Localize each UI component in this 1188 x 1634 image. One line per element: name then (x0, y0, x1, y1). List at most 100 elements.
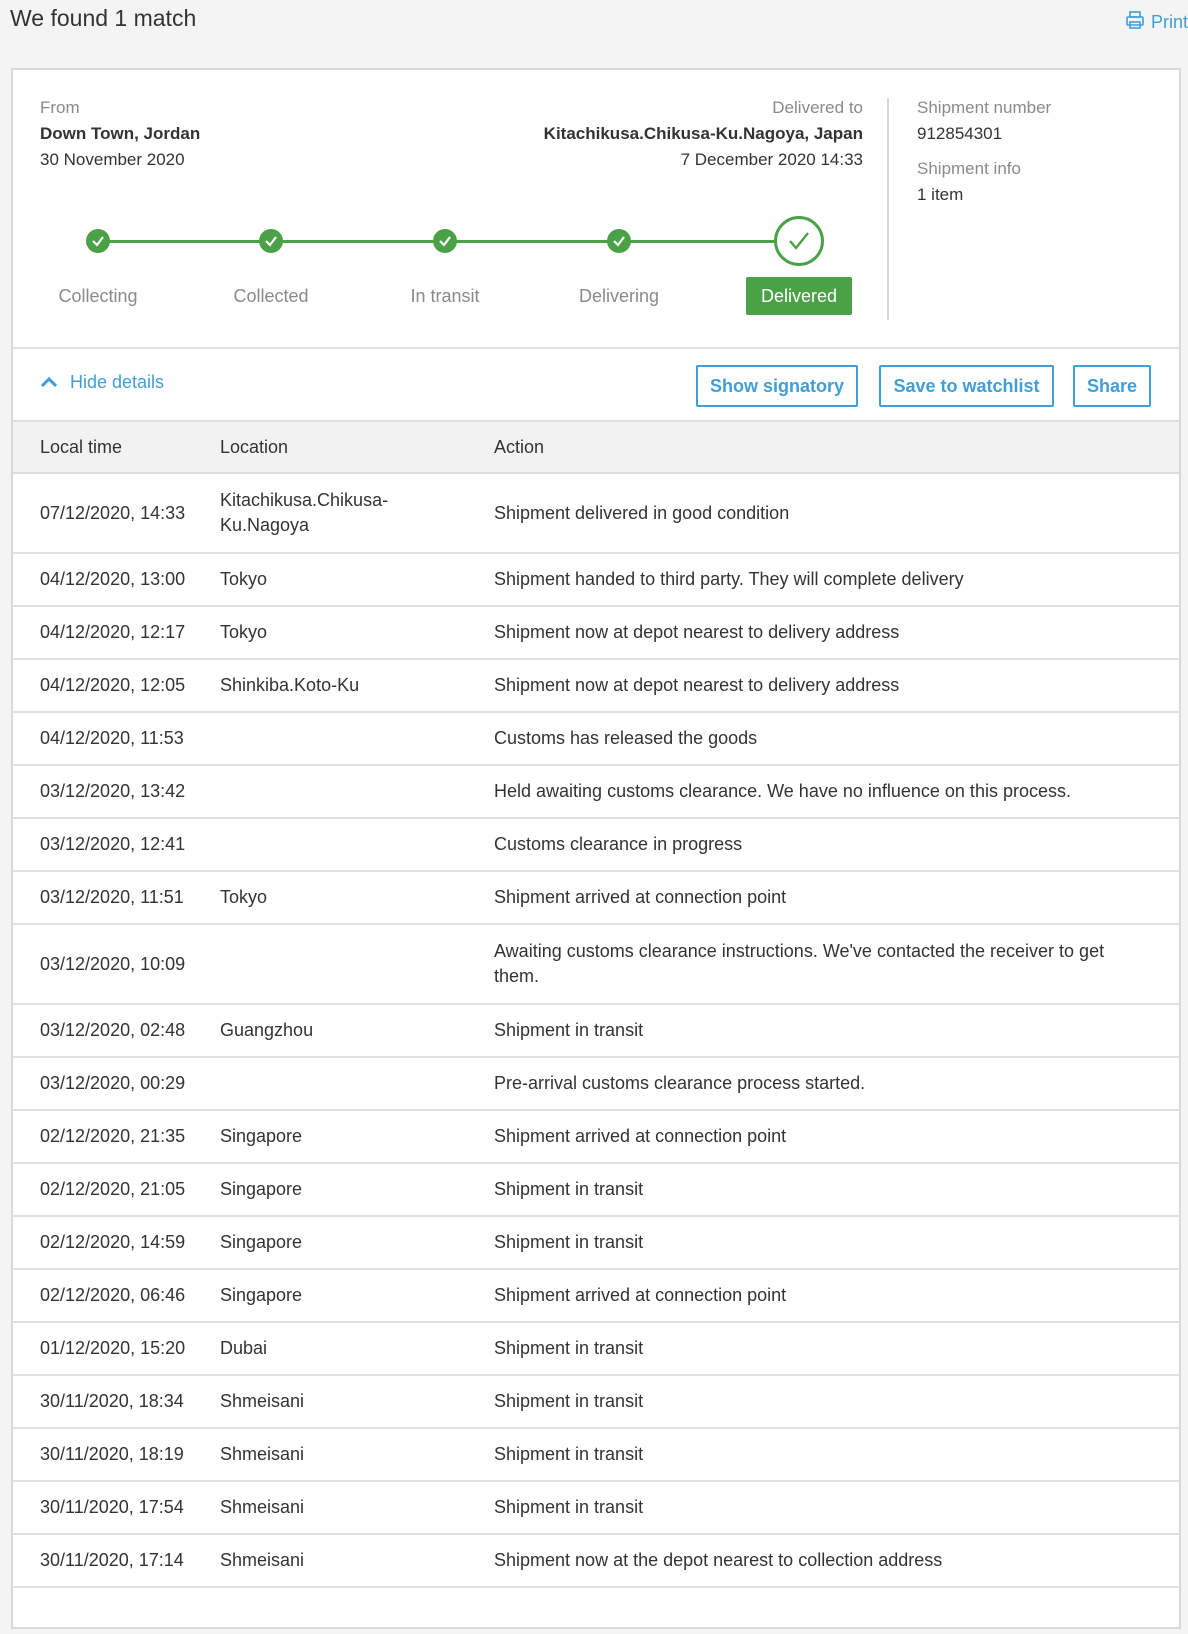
row-location: Shmeisani (220, 1391, 305, 1411)
row-local-time: 30/11/2020, 18:34 (40, 1391, 184, 1411)
row-action: Shipment arrived at connection point (494, 1285, 787, 1305)
row-location: Shinkiba.Koto-Ku (220, 675, 360, 695)
summary-divider (887, 98, 889, 320)
table-row: 02/12/2020, 14:59 Singapore Shipment in tr… (13, 1217, 1179, 1270)
print-link[interactable]: Print (1125, 10, 1188, 35)
from-label: From (40, 98, 80, 117)
shipment-card: From Down Town, Jordan 30 November 2020 … (11, 68, 1181, 1629)
table-row: 01/12/2020, 15:20 Dubai Shipment in transi… (13, 1323, 1179, 1376)
table-row: 03/12/2020, 02:48 Guangzhou Shipment in tr… (13, 1005, 1179, 1058)
show-signatory-button[interactable]: Show signatory (696, 365, 858, 407)
row-local-time: 04/12/2020, 11:53 (40, 728, 184, 748)
column-header-local-time: Local time (40, 437, 123, 457)
row-location: Singapore (220, 1126, 303, 1146)
row-location: Tokyo (220, 887, 268, 907)
row-local-time: 03/12/2020, 00:29 (40, 1073, 186, 1093)
row-action: Shipment in transit (494, 1391, 644, 1411)
row-location: Singapore (220, 1232, 303, 1252)
row-location: Singapore (220, 1285, 303, 1305)
save-to-watchlist-button[interactable]: Save to watchlist (879, 365, 1054, 407)
shipment-number-label: Shipment number (917, 98, 1052, 117)
shipment-number: 912854301 (917, 124, 1003, 143)
row-local-time: 04/12/2020, 12:17 (40, 622, 186, 642)
row-action: Awaiting customs clearance instructions.… (494, 941, 1105, 986)
row-local-time: 04/12/2020, 13:00 (40, 569, 186, 589)
row-local-time: 03/12/2020, 11:51 (40, 887, 184, 907)
step-label-delivered: Delivered (746, 277, 852, 315)
page-title: We found 1 match (10, 5, 197, 31)
table-row: 04/12/2020, 12:05 Shinkiba.Koto-Ku Shipmen… (13, 660, 1179, 713)
row-action: Shipment delivered in good condition (494, 503, 790, 523)
row-action: Shipment in transit (494, 1232, 644, 1252)
table-row: 04/12/2020, 13:00 Tokyo Shipment handed to… (13, 554, 1179, 607)
row-action: Shipment in transit (494, 1179, 644, 1199)
row-action: Shipment arrived at connection point (494, 1126, 787, 1146)
row-local-time: 07/12/2020, 14:33 (40, 503, 186, 523)
table-header: Local time Location Action (13, 420, 1179, 474)
row-local-time: 02/12/2020, 21:35 (40, 1126, 186, 1146)
row-action: Shipment in transit (494, 1020, 644, 1040)
step-in-transit-check-icon (433, 229, 457, 253)
printer-icon (1125, 10, 1145, 35)
table-row: 03/12/2020, 13:42 Held awaiting customs c… (13, 766, 1179, 819)
row-action: Shipment arrived at connection point (494, 887, 787, 907)
step-label-in-transit: In transit (410, 286, 480, 306)
from-date: 30 November 2020 (40, 150, 185, 169)
row-local-time: 02/12/2020, 21:05 (40, 1179, 186, 1199)
row-local-time: 03/12/2020, 12:41 (40, 834, 186, 854)
row-location: Shmeisani (220, 1444, 305, 1464)
table-row: 03/12/2020, 10:09 Awaiting customs cleara… (13, 925, 1179, 1005)
page-header: We found 1 match Print (0, 0, 1188, 60)
delivered-date: 7 December 2020 14:33 (680, 150, 863, 169)
row-location: Kitachikusa.Chikusa-Ku.Nagoya (220, 490, 389, 535)
details-toolbar: Hide details Show signatory Save to watc… (13, 350, 1179, 420)
column-header-location: Location (220, 437, 289, 457)
row-location: Tokyo (220, 622, 268, 642)
row-action: Shipment handed to third party. They wil… (494, 569, 964, 589)
share-button[interactable]: Share (1073, 365, 1151, 407)
step-collected-check-icon (259, 229, 283, 253)
row-local-time: 04/12/2020, 12:05 (40, 675, 186, 695)
table-row: 04/12/2020, 11:53 Customs has released th… (13, 713, 1179, 766)
hide-details-toggle[interactable]: Hide details (40, 372, 164, 393)
row-action: Shipment now at depot nearest to deliver… (494, 622, 900, 642)
shipment-info: 1 item (917, 185, 964, 204)
table-row: 30/11/2020, 18:34 Shmeisani Shipment in tr… (13, 1376, 1179, 1429)
row-local-time: 03/12/2020, 13:42 (40, 781, 186, 801)
row-local-time: 03/12/2020, 02:48 (40, 1020, 186, 1040)
table-row: 03/12/2020, 12:41 Customs clearance in pr… (13, 819, 1179, 872)
table-row: 02/12/2020, 21:05 Singapore Shipment in tr… (13, 1164, 1179, 1217)
step-delivering-check-icon (607, 229, 631, 253)
row-local-time: 02/12/2020, 14:59 (40, 1232, 186, 1252)
row-local-time: 30/11/2020, 18:19 (40, 1444, 184, 1464)
row-local-time: 02/12/2020, 06:46 (40, 1285, 186, 1305)
row-location: Shmeisani (220, 1497, 305, 1517)
row-action: Pre-arrival customs clearance process st… (494, 1073, 866, 1093)
row-action: Customs clearance in progress (494, 834, 743, 854)
row-action: Shipment in transit (494, 1497, 644, 1517)
summary-bottom-divider (13, 347, 1179, 349)
table-row: 30/11/2020, 17:54 Shmeisani Shipment in tr… (13, 1482, 1179, 1535)
print-label: Print (1150, 12, 1188, 32)
delivered-to-place: Kitachikusa.Chikusa-Ku.Nagoya, Japan (543, 124, 863, 143)
delivered-to-label: Delivered to (772, 98, 863, 117)
row-local-time: 03/12/2020, 10:09 (40, 954, 186, 974)
column-header-action: Action (494, 437, 545, 457)
step-label-collected: Collected (233, 286, 309, 306)
table-row: 02/12/2020, 21:35 Singapore Shipment arriv… (13, 1111, 1179, 1164)
row-location: Shmeisani (220, 1550, 305, 1570)
row-action: Customs has released the goods (494, 728, 758, 748)
shipment-info-label: Shipment info (917, 159, 1021, 178)
step-collecting-check-icon (86, 229, 110, 253)
row-location: Dubai (220, 1338, 268, 1358)
row-local-time: 30/11/2020, 17:14 (40, 1550, 184, 1570)
table-row: 03/12/2020, 11:51 Tokyo Shipment arrived a… (13, 872, 1179, 925)
table-row: 30/11/2020, 18:19 Shmeisani Shipment in tr… (13, 1429, 1179, 1482)
row-action: Shipment in transit (494, 1338, 644, 1358)
from-place: Down Town, Jordan (40, 124, 201, 143)
step-delivered-check-icon (774, 216, 824, 266)
row-location: Guangzhou (220, 1020, 314, 1040)
step-label-delivering: Delivering (578, 286, 660, 306)
row-action: Shipment now at depot nearest to deliver… (494, 675, 900, 695)
row-action: Held awaiting customs clearance. We have… (494, 781, 1071, 801)
